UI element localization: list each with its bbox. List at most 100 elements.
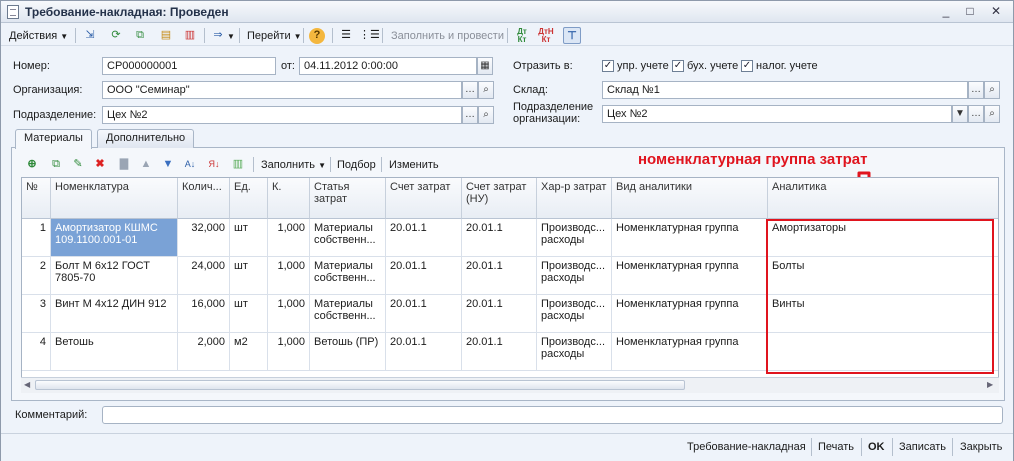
cell-analytic-type[interactable]: Номенклатурная группа <box>612 295 768 333</box>
column-header-k[interactable]: К. <box>268 178 310 219</box>
cell-acc-nu[interactable]: 20.01.1 <box>462 333 537 371</box>
column-header-quantity[interactable]: Колич... <box>178 178 230 219</box>
change-button[interactable]: Изменить <box>385 156 443 173</box>
select-ellipsis-icon[interactable]: … <box>968 105 984 123</box>
edit-row-icon[interactable]: ✎ <box>69 156 87 173</box>
cell-char[interactable]: Производс... расходы <box>537 333 612 371</box>
post-document-icon[interactable]: ⇲ <box>81 27 99 44</box>
org-department-field[interactable]: Цех №2 <box>602 105 952 123</box>
cell-analytic-type[interactable]: Номенклатурная группа <box>612 219 768 257</box>
cell-char[interactable]: Производс... расходы <box>537 257 612 295</box>
chevron-down-icon[interactable]: ▼ <box>227 32 235 41</box>
ok-button[interactable]: OK <box>868 439 885 455</box>
cell-k[interactable]: 1,000 <box>268 333 310 371</box>
cell-nom[interactable]: Винт М 4х12 ДИН 912 <box>51 295 178 333</box>
delete-row-icon[interactable]: ✖ <box>91 156 109 173</box>
cell-acc-nu[interactable]: 20.01.1 <box>462 257 537 295</box>
cell-acc-nu[interactable]: 20.01.1 <box>462 295 537 333</box>
cell-analytic-type[interactable]: Номенклатурная группа <box>612 333 768 371</box>
open-search-icon[interactable]: ⌕ <box>984 81 1000 99</box>
cell-qty[interactable]: 2,000 <box>178 333 230 371</box>
column-header-nomenclature[interactable]: Номенклатура <box>51 178 178 219</box>
cell-n[interactable]: 1 <box>22 219 51 257</box>
cell-nom[interactable]: Ветошь <box>51 333 178 371</box>
column-header-unit[interactable]: Ед. <box>230 178 268 219</box>
move-down-icon[interactable]: ▼ <box>159 156 177 173</box>
buh-checkbox[interactable]: ✓ <box>672 60 684 72</box>
cell-qty[interactable]: 24,000 <box>178 257 230 295</box>
select-ellipsis-icon[interactable]: … <box>968 81 984 99</box>
column-header-n[interactable]: № <box>22 178 51 219</box>
cell-char[interactable]: Производс... расходы <box>537 295 612 333</box>
help-icon[interactable]: ? <box>309 28 325 44</box>
number-field[interactable]: СР000000001 <box>102 57 276 75</box>
date-field[interactable]: 04.11.2012 0:00:00 <box>299 57 477 75</box>
cell-k[interactable]: 1,000 <box>268 219 310 257</box>
print-button[interactable]: Печать <box>818 439 854 455</box>
department-field[interactable]: Цех №2 <box>102 106 462 124</box>
cell-n[interactable]: 2 <box>22 257 51 295</box>
cell-n[interactable]: 4 <box>22 333 51 371</box>
unpost-icon[interactable]: ▥ <box>181 27 199 44</box>
save-button[interactable]: Записать <box>899 439 946 455</box>
organization-field[interactable]: ООО "Семинар" <box>102 81 462 99</box>
actions-menu[interactable]: Действия ▼ <box>5 27 72 44</box>
print-form-button[interactable]: Требование-накладная <box>687 439 806 455</box>
select-ellipsis-icon[interactable]: … <box>462 106 478 124</box>
cell-article[interactable]: Ветошь (ПР) <box>310 333 386 371</box>
cell-acc[interactable]: 20.01.1 <box>386 333 462 371</box>
add-row-icon[interactable]: ⊕ <box>23 156 41 173</box>
open-search-icon[interactable]: ⌕ <box>478 81 494 99</box>
calendar-icon[interactable]: ▦ <box>477 57 493 75</box>
fill-and-post-button[interactable]: Заполнить и провести <box>387 27 508 44</box>
sort-desc-icon[interactable]: Я↓ <box>205 156 223 173</box>
copy-document-icon[interactable]: ⧉ <box>131 27 149 44</box>
cell-unit[interactable]: м2 <box>230 333 268 371</box>
cell-k[interactable]: 1,000 <box>268 257 310 295</box>
cell-char[interactable]: Производс... расходы <box>537 219 612 257</box>
cell-k[interactable]: 1,000 <box>268 295 310 333</box>
cell-unit[interactable]: шт <box>230 295 268 333</box>
cell-acc[interactable]: 20.01.1 <box>386 257 462 295</box>
chevron-down-icon[interactable]: ▼ <box>952 105 968 123</box>
close-window-button[interactable]: ✕ <box>987 4 1005 19</box>
based-on-icon[interactable]: ⇒ <box>209 27 227 44</box>
scroll-thumb[interactable] <box>35 380 685 390</box>
nalog-checkbox[interactable]: ✓ <box>741 60 753 72</box>
cell-article[interactable]: Материалы собственн... <box>310 219 386 257</box>
column-header-analytic[interactable]: Аналитика <box>768 178 998 219</box>
pick-button[interactable]: Подбор <box>333 156 380 173</box>
horizontal-scrollbar[interactable]: ◀ ▶ <box>21 377 999 393</box>
cell-qty[interactable]: 32,000 <box>178 219 230 257</box>
select-ellipsis-icon[interactable]: … <box>462 81 478 99</box>
maximize-button[interactable]: □ <box>961 4 979 19</box>
post-icon[interactable]: ▤ <box>157 27 175 44</box>
column-header-analytic-type[interactable]: Вид аналитики <box>612 178 768 219</box>
move-up-icon[interactable]: ▲ <box>137 156 155 173</box>
minimize-button[interactable]: _ <box>937 4 955 19</box>
tab-additional[interactable]: Дополнительно <box>97 129 195 148</box>
goto-menu[interactable]: Перейти ▼ <box>243 27 306 44</box>
warehouse-field[interactable]: Склад №1 <box>602 81 968 99</box>
end-edit-icon[interactable]: ▇ <box>115 156 133 173</box>
refresh-icon[interactable]: ⟳ <box>107 27 125 44</box>
upr-checkbox[interactable]: ✓ <box>602 60 614 72</box>
structure-icon[interactable]: ☰ <box>337 27 355 44</box>
scroll-right-icon[interactable]: ▶ <box>987 380 993 389</box>
close-button[interactable]: Закрыть <box>960 439 1002 455</box>
cell-acc-nu[interactable]: 20.01.1 <box>462 219 537 257</box>
sort-asc-icon[interactable]: A↓ <box>181 156 199 173</box>
cell-acc[interactable]: 20.01.1 <box>386 295 462 333</box>
cell-acc[interactable]: 20.01.1 <box>386 219 462 257</box>
cell-nom[interactable]: Амортизатор КШМС 109.1100.001-01 <box>51 219 178 257</box>
column-header-cost-character[interactable]: Хар-р затрат <box>537 178 612 219</box>
cell-article[interactable]: Материалы собственн... <box>310 295 386 333</box>
tab-materials[interactable]: Материалы <box>15 129 92 149</box>
barcode-icon[interactable]: ▥ <box>229 156 247 173</box>
copy-row-icon[interactable]: ⧉ <box>47 156 65 173</box>
cell-n[interactable]: 3 <box>22 295 51 333</box>
column-header-article[interactable]: Статья затрат <box>310 178 386 219</box>
cell-unit[interactable]: шт <box>230 219 268 257</box>
cell-analytic-type[interactable]: Номенклатурная группа <box>612 257 768 295</box>
subordination-icon[interactable]: ⊤ <box>563 27 581 44</box>
